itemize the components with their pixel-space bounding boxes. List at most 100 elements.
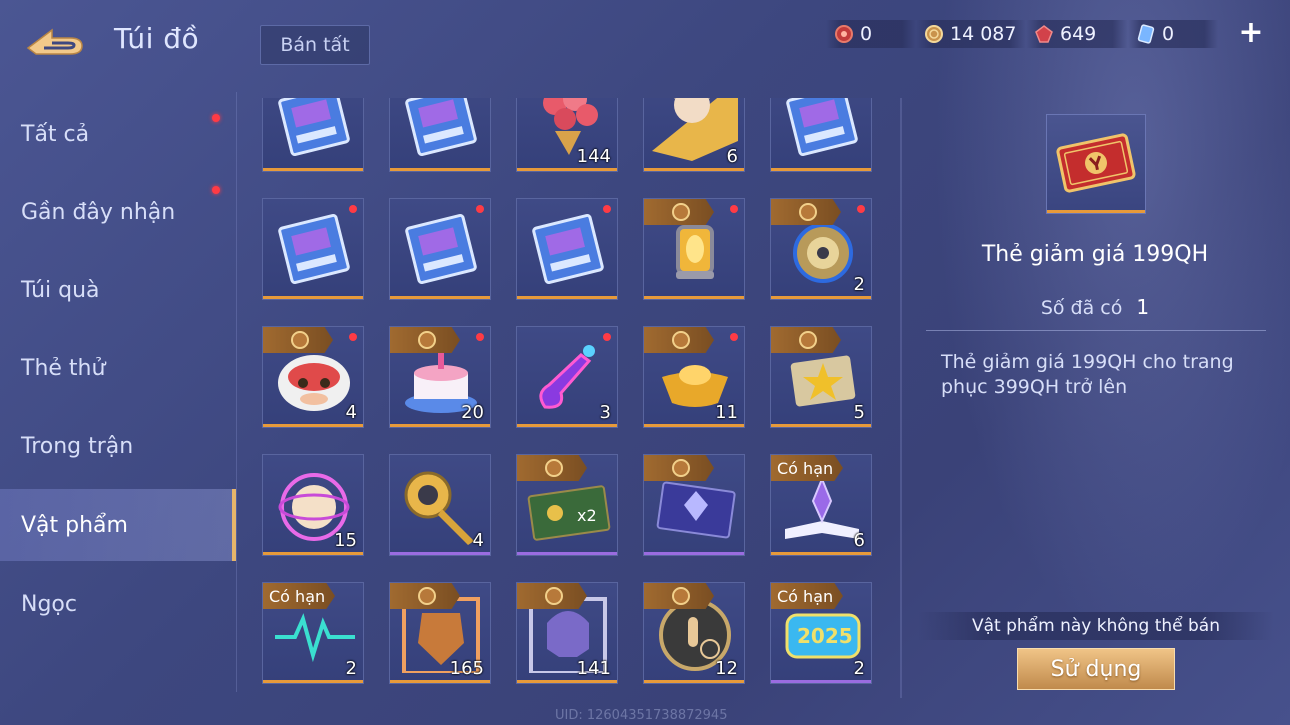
- not-sellable-notice: Vật phẩm này không thể bán: [918, 612, 1274, 640]
- item-count: 4: [345, 402, 357, 423]
- rarity-bar: [517, 424, 617, 427]
- tab-label: Vật phẩm: [21, 512, 128, 538]
- back-button[interactable]: [22, 22, 88, 60]
- blue-ticket-icon: [405, 98, 477, 157]
- inventory-grid: 144 6 2 4 20 3 11 5 15 4 x2 Có hạn 6 Có hạn 2 165 141 12 2…: [262, 98, 874, 688]
- svg-text:2025: 2025: [797, 624, 853, 648]
- currency-blue-voucher[interactable]: 0: [1128, 20, 1218, 48]
- inventory-item[interactable]: [262, 198, 364, 300]
- item-tag: [517, 455, 587, 481]
- tab-label: Thẻ thử: [21, 355, 106, 381]
- inventory-item[interactable]: 2: [770, 198, 872, 300]
- blue-ticket-icon: [786, 98, 858, 157]
- rarity-bar: [771, 296, 871, 299]
- inventory-item[interactable]: 20: [389, 326, 491, 428]
- add-currency-button[interactable]: +: [1238, 18, 1264, 48]
- inventory-item[interactable]: 15: [262, 454, 364, 556]
- red-gem-icon: [1035, 25, 1053, 43]
- item-count: 12: [715, 658, 738, 679]
- inventory-item[interactable]: 12: [643, 582, 745, 684]
- currency-value: 649: [1060, 23, 1097, 45]
- rarity-bar: [390, 168, 490, 171]
- selected-item-frame: [1046, 114, 1146, 214]
- currency-value: 0: [860, 23, 873, 45]
- inventory-item[interactable]: 141: [516, 582, 618, 684]
- inventory-item[interactable]: [389, 98, 491, 172]
- item-count: 6: [726, 146, 738, 167]
- tab-label: Ngọc: [21, 591, 77, 617]
- tab-trial-card[interactable]: Thẻ thử: [0, 332, 236, 404]
- tab-gems[interactable]: Ngọc: [0, 568, 236, 640]
- coin-icon: [418, 587, 436, 605]
- notification-dot: [212, 114, 220, 122]
- rarity-bar: [390, 680, 490, 683]
- notification-dot: [212, 186, 220, 194]
- currency-red-token[interactable]: 0: [826, 20, 916, 48]
- tab-all[interactable]: Tất cả: [0, 98, 236, 170]
- rarity-bar: [517, 296, 617, 299]
- sell-all-button[interactable]: Bán tất: [260, 25, 370, 65]
- inventory-item[interactable]: [389, 198, 491, 300]
- inventory-item[interactable]: 3: [516, 326, 618, 428]
- inventory-item[interactable]: 11: [643, 326, 745, 428]
- blue-ticket-icon: [405, 213, 477, 285]
- item-tag: [517, 583, 587, 609]
- tab-in-match[interactable]: Trong trận: [0, 410, 236, 482]
- inventory-item[interactable]: 5: [770, 326, 872, 428]
- rarity-bar: [771, 680, 871, 683]
- item-count: 141: [576, 658, 611, 679]
- inventory-item[interactable]: [262, 98, 364, 172]
- notification-dot: [730, 333, 738, 341]
- red-token-icon: [835, 25, 853, 43]
- inventory-item[interactable]: [516, 198, 618, 300]
- tab-label: Tất cả: [21, 121, 90, 147]
- item-tag: Có hạn: [771, 583, 843, 609]
- inventory-item[interactable]: [643, 198, 745, 300]
- rarity-bar: [517, 680, 617, 683]
- tab-recent[interactable]: Gần đây nhận: [0, 176, 236, 248]
- currency-gold-coin[interactable]: 14 087: [916, 20, 1026, 48]
- currency-red-gem[interactable]: 649: [1026, 20, 1128, 48]
- notification-dot: [476, 333, 484, 341]
- inventory-item[interactable]: 6: [643, 98, 745, 172]
- blue-ticket-icon: [278, 213, 350, 285]
- inventory-item[interactable]: 144: [516, 98, 618, 172]
- coin-icon: [672, 203, 690, 221]
- inventory-item[interactable]: 4: [389, 454, 491, 556]
- inventory-item[interactable]: x2: [516, 454, 618, 556]
- use-button[interactable]: Sử dụng: [1017, 648, 1175, 690]
- inventory-item[interactable]: [643, 454, 745, 556]
- inventory-item[interactable]: 2025 Có hạn 2: [770, 582, 872, 684]
- page-title: Túi đồ: [114, 22, 200, 55]
- notification-dot: [857, 205, 865, 213]
- coin-icon: [672, 331, 690, 349]
- selected-item-name: Thẻ giảm giá 199QH: [981, 242, 1209, 267]
- inventory-item[interactable]: Có hạn 6: [770, 454, 872, 556]
- owned-label: Số đã có: [1040, 297, 1123, 319]
- owned-count: Số đã có 1: [920, 295, 1270, 319]
- tab-items[interactable]: Vật phẩm: [0, 489, 236, 561]
- rarity-bar: [771, 552, 871, 555]
- inventory-item[interactable]: Có hạn 2: [262, 582, 364, 684]
- coin-icon: [291, 331, 309, 349]
- owned-value: 1: [1136, 295, 1150, 319]
- inventory-item[interactable]: [770, 98, 872, 172]
- inventory-item[interactable]: 165: [389, 582, 491, 684]
- rarity-bar: [263, 168, 363, 171]
- rarity-bar: [390, 552, 490, 555]
- blue-ticket-icon: [532, 213, 604, 285]
- item-count: 11: [715, 402, 738, 423]
- rarity-bar: [390, 296, 490, 299]
- currency-bar: 0 14 087 649 0: [826, 20, 1218, 48]
- rarity-bar: [263, 680, 363, 683]
- item-count: 4: [472, 530, 484, 551]
- red-discount-ticket-icon: [1056, 133, 1136, 193]
- item-tag: [771, 199, 841, 225]
- tab-gift-bag[interactable]: Túi quà: [0, 254, 236, 326]
- rarity-bar: [771, 168, 871, 171]
- limited-label: Có hạn: [777, 586, 834, 606]
- inventory-item[interactable]: 4: [262, 326, 364, 428]
- item-count: 144: [576, 146, 611, 167]
- tab-label: Túi quà: [21, 277, 100, 303]
- item-count: 15: [334, 530, 357, 551]
